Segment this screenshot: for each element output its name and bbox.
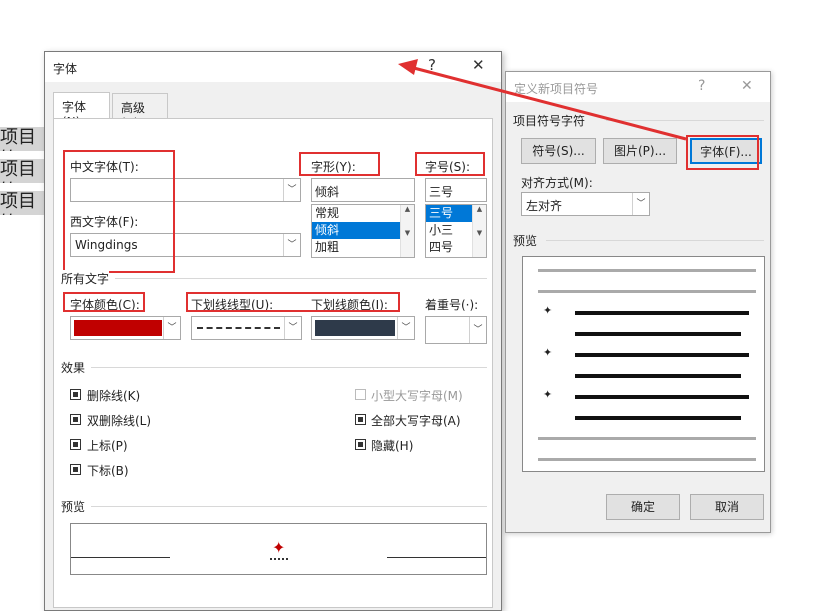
- arrow-line: [409, 65, 687, 141]
- arrow-head: [398, 59, 418, 75]
- annotation-arrow: [398, 59, 687, 141]
